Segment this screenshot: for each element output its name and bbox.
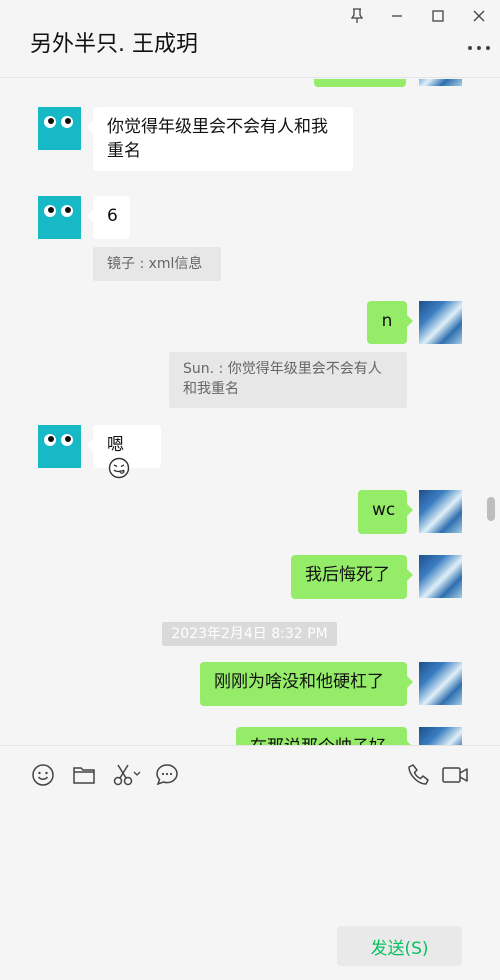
message-bubble-self[interactable]: 刚刚为啥没和他硬杠了 bbox=[200, 662, 413, 706]
maximize-icon[interactable] bbox=[428, 6, 448, 26]
close-icon[interactable] bbox=[469, 6, 489, 26]
timestamp: 2023年2月4日 8:32 PM bbox=[162, 622, 337, 646]
self-avatar[interactable] bbox=[419, 490, 462, 533]
send-button[interactable]: 发送(S) bbox=[337, 926, 462, 966]
message-bubble-self[interactable] bbox=[314, 79, 406, 87]
message-bubble-contact[interactable]: 嗯 bbox=[87, 425, 161, 479]
self-avatar[interactable] bbox=[419, 555, 462, 598]
quoted-reply[interactable]: Sun. : 你觉得年级里会不会有人 和我重名 bbox=[169, 352, 407, 408]
self-avatar[interactable] bbox=[419, 301, 462, 344]
quoted-reply[interactable]: 镜子 : xml信息 bbox=[93, 247, 221, 281]
chat-header: 另外半只. 王成玥 bbox=[0, 0, 500, 78]
message-input-area[interactable]: 发送(S) bbox=[0, 745, 500, 980]
phone-icon[interactable] bbox=[406, 762, 432, 788]
message-bubble-contact[interactable]: 6 bbox=[87, 196, 130, 239]
more-options-icon[interactable] bbox=[468, 40, 490, 56]
self-avatar[interactable] bbox=[419, 662, 462, 705]
folder-icon[interactable] bbox=[71, 762, 97, 788]
message-bubble-self[interactable]: n bbox=[367, 301, 413, 344]
minimize-icon[interactable] bbox=[387, 6, 407, 26]
video-camera-icon[interactable] bbox=[441, 762, 469, 788]
self-avatar[interactable] bbox=[419, 79, 462, 86]
tongue-face-emoji-icon bbox=[108, 457, 130, 486]
message-list[interactable]: 你觉得年级里会不会有人和我 重名 6 镜子 : xml信息 n Sun. : 你… bbox=[0, 79, 500, 745]
contact-avatar[interactable] bbox=[38, 196, 81, 239]
scrollbar[interactable] bbox=[487, 497, 495, 521]
message-bubble-self[interactable]: wc bbox=[358, 490, 413, 534]
self-avatar[interactable] bbox=[419, 727, 462, 745]
pin-icon[interactable] bbox=[347, 6, 367, 26]
emoji-icon[interactable] bbox=[30, 762, 56, 788]
chat-bubble-icon[interactable] bbox=[154, 762, 180, 788]
scissors-icon[interactable] bbox=[112, 762, 142, 788]
message-bubble-contact[interactable]: 你觉得年级里会不会有人和我 重名 bbox=[87, 107, 353, 171]
message-bubble-self[interactable]: 我后悔死了 bbox=[291, 555, 413, 599]
contact-avatar[interactable] bbox=[38, 425, 81, 468]
chat-title: 另外半只. 王成玥 bbox=[30, 32, 198, 57]
contact-avatar[interactable] bbox=[38, 107, 81, 150]
message-bubble-self[interactable]: 在那说那个帅子好 bbox=[236, 727, 413, 745]
